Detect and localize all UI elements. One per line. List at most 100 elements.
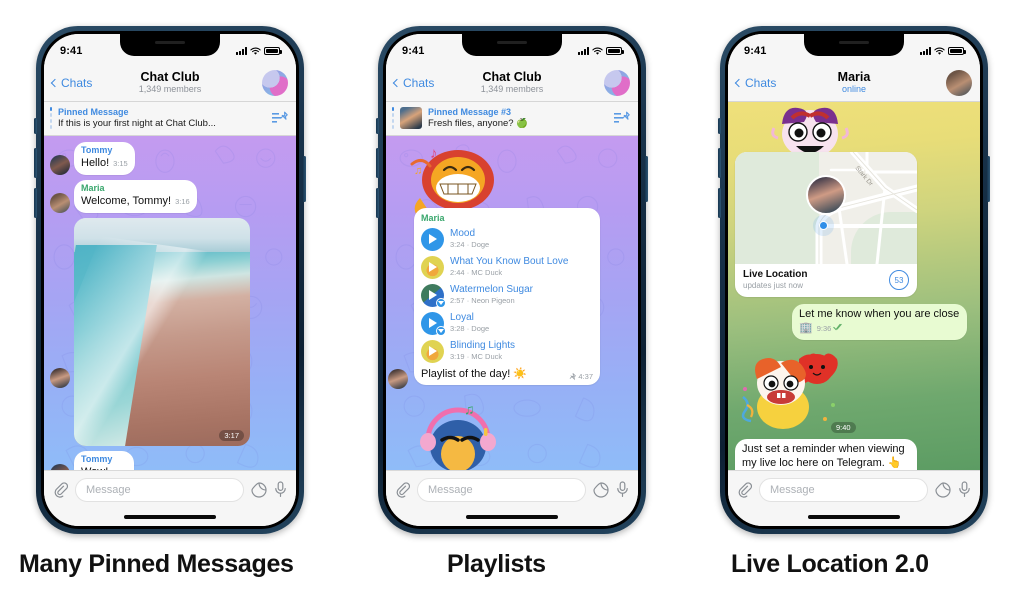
volume-up-button[interactable] bbox=[34, 148, 37, 178]
pinned-photo-thumb[interactable] bbox=[400, 107, 422, 129]
phone-bezel: 9:41 bbox=[41, 31, 299, 529]
photo-message[interactable]: 3:17 bbox=[74, 218, 250, 446]
chat-avatar[interactable] bbox=[604, 69, 630, 96]
cellular-signal-icon bbox=[578, 47, 589, 55]
pinned-preview: Fresh files, anyone? 🍏 bbox=[428, 117, 529, 129]
avatar[interactable] bbox=[388, 369, 408, 389]
pinned-text: Pinned Message If this is your first nig… bbox=[58, 107, 266, 130]
microphone-icon[interactable] bbox=[274, 481, 287, 498]
avatar[interactable] bbox=[50, 193, 70, 213]
back-label: Chats bbox=[61, 75, 93, 90]
pinned-count-indicator bbox=[50, 107, 52, 129]
battery-icon bbox=[948, 47, 966, 55]
pinned-text: Pinned Message #3 Fresh files, anyone? 🍏 bbox=[428, 107, 608, 130]
pinned-list-icon[interactable] bbox=[272, 111, 288, 125]
live-location-message[interactable]: Stark Dr Live Location updates just now bbox=[735, 152, 917, 297]
chat-header: Chats Chat Club 1,349 members bbox=[386, 64, 638, 102]
screenshot-root: 9:41 Chats Chat Club 1,349 members Pinne… bbox=[0, 0, 1024, 607]
power-button[interactable] bbox=[303, 156, 306, 202]
volume-down-button[interactable] bbox=[34, 188, 37, 218]
sticker-icon[interactable] bbox=[593, 481, 609, 498]
microphone-icon[interactable] bbox=[958, 481, 971, 498]
location-subtitle: updates just now bbox=[743, 281, 804, 290]
message-input[interactable]: Message bbox=[759, 477, 928, 502]
play-icon bbox=[428, 290, 437, 300]
pinned-message-bar[interactable]: Pinned Message If this is your first nig… bbox=[44, 102, 296, 136]
message-bubble[interactable]: Tommy Wow!3:18 bbox=[74, 451, 134, 470]
power-button[interactable] bbox=[987, 156, 990, 202]
track-title: Blinding Lights bbox=[450, 340, 516, 351]
chat-messages-area: Tommy Hello! 3:15 Maria Welcome, Tommy! … bbox=[44, 136, 296, 470]
message-text: Welcome, Tommy! bbox=[81, 195, 172, 207]
chat-messages-area: Stark Dr Live Location updates just now bbox=[728, 102, 980, 470]
volume-up-button[interactable] bbox=[376, 148, 379, 178]
paperclip-icon[interactable] bbox=[53, 481, 68, 498]
location-footer: Live Location updates just now 53 bbox=[735, 264, 917, 297]
phone-bezel: 9:41 bbox=[383, 31, 641, 529]
pin-icon bbox=[569, 372, 577, 381]
back-to-chats-button[interactable]: Chats bbox=[392, 76, 434, 90]
pinned-count-indicator bbox=[392, 107, 394, 129]
playlist-track[interactable]: Blinding Lights 3:19 · MC Duck bbox=[421, 337, 593, 365]
playlist-track[interactable]: Mood 3:24 · Doge bbox=[421, 225, 593, 253]
track-title: What You Know Bout Love bbox=[450, 256, 569, 267]
message-time: 3:17 bbox=[219, 430, 244, 441]
pinned-list-icon[interactable] bbox=[614, 111, 630, 125]
track-meta: 3:19 · MC Duck bbox=[450, 352, 503, 361]
track-meta: 2:44 · MC Duck bbox=[450, 268, 503, 277]
chat-messages-area: ♪ ♫ Maria Mood 3:24 · Doge What You Know… bbox=[386, 136, 638, 470]
power-button[interactable] bbox=[645, 156, 648, 202]
back-to-chats-button[interactable]: Chats bbox=[734, 75, 777, 90]
map-preview[interactable]: Stark Dr bbox=[735, 152, 917, 264]
message-placeholder: Message bbox=[770, 483, 815, 496]
sticker-message[interactable]: 9:40 bbox=[735, 345, 973, 439]
message-input[interactable]: Message bbox=[417, 477, 586, 502]
home-indicator[interactable] bbox=[124, 515, 216, 519]
play-icon bbox=[428, 262, 437, 272]
playlist-track[interactable]: Loyal 3:28 · Doge bbox=[421, 309, 593, 337]
volume-up-button[interactable] bbox=[718, 148, 721, 178]
chat-avatar[interactable] bbox=[262, 69, 288, 96]
playlist-time-row: 4:37 bbox=[568, 372, 593, 381]
playlist-message[interactable]: Maria Mood 3:24 · Doge What You Know Bou… bbox=[414, 208, 600, 385]
sticker-icon[interactable] bbox=[251, 481, 267, 498]
microphone-icon[interactable] bbox=[616, 481, 629, 498]
mute-switch[interactable] bbox=[376, 118, 379, 134]
mute-switch[interactable] bbox=[718, 118, 721, 134]
chat-avatar[interactable] bbox=[946, 69, 972, 96]
message-bubble[interactable]: Let me know when you are close 🏢 9:36 bbox=[792, 304, 967, 340]
duck-heart-sticker bbox=[741, 353, 838, 429]
back-to-chats-button[interactable]: Chats bbox=[50, 75, 93, 90]
home-indicator[interactable] bbox=[466, 515, 558, 519]
back-label: Chats bbox=[745, 75, 777, 90]
message-bubble[interactable]: Maria Welcome, Tommy! 3:16 bbox=[74, 180, 197, 213]
phone-screen: 9:41 bbox=[386, 34, 638, 526]
avatar[interactable] bbox=[50, 155, 70, 175]
home-indicator[interactable] bbox=[808, 515, 900, 519]
pinned-message-bar[interactable]: Pinned Message #3 Fresh files, anyone? 🍏 bbox=[386, 102, 638, 136]
message-bubble[interactable]: Tommy Hello! 3:15 bbox=[74, 142, 135, 175]
read-checks-icon bbox=[833, 323, 843, 331]
message-bubble[interactable]: Just set a reminder when viewing my live… bbox=[735, 439, 917, 470]
message-time: 3:15 bbox=[113, 159, 128, 168]
phone-bezel: 9:41 bbox=[725, 31, 983, 529]
sticker-icon[interactable] bbox=[935, 481, 951, 498]
track-artwork bbox=[421, 283, 446, 308]
status-indicators bbox=[236, 43, 282, 56]
paperclip-icon[interactable] bbox=[737, 481, 752, 498]
message-input[interactable]: Message bbox=[75, 477, 244, 502]
chevron-left-icon bbox=[734, 78, 744, 87]
track-title: Mood bbox=[450, 228, 476, 239]
paperclip-icon[interactable] bbox=[395, 481, 410, 498]
status-indicators bbox=[578, 43, 624, 56]
download-icon bbox=[436, 297, 446, 308]
phone-screen: 9:41 bbox=[44, 34, 296, 526]
volume-down-button[interactable] bbox=[376, 188, 379, 218]
track-artwork bbox=[421, 339, 444, 363]
mute-switch[interactable] bbox=[34, 118, 37, 134]
playlist-track[interactable]: What You Know Bout Love 2:44 · MC Duck bbox=[421, 253, 593, 281]
track-title: Loyal bbox=[450, 312, 474, 323]
avatar[interactable] bbox=[50, 368, 70, 388]
volume-down-button[interactable] bbox=[718, 188, 721, 218]
playlist-track[interactable]: Watermelon Sugar 2:57 · Neon Pigeon bbox=[421, 281, 593, 309]
